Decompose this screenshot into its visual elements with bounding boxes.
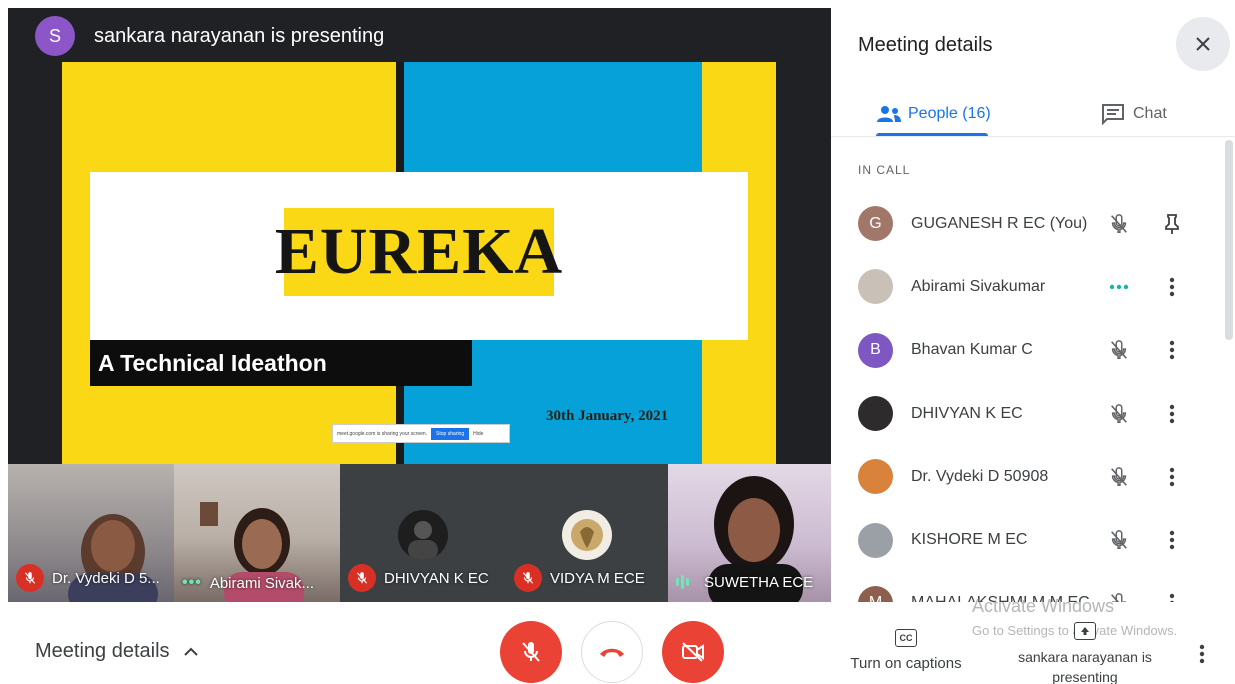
tab-people-label: People (16)	[908, 105, 991, 122]
mic-off-icon	[1106, 337, 1132, 363]
shared-slide: EUREKA A Technical Ideathon 30th January…	[62, 62, 776, 464]
bottom-toolbar: Meeting details Activate Windows Go to S…	[0, 596, 1235, 684]
participant-name: GUGANESH R EC (You)	[911, 214, 1088, 232]
mic-off-icon	[1106, 401, 1132, 427]
more-options-button[interactable]	[1190, 642, 1214, 666]
hide-button[interactable]: Hide	[473, 431, 483, 437]
participant-row[interactable]: Abirami Sivakumar	[831, 255, 1221, 318]
panel-title: Meeting details	[858, 34, 993, 56]
participant-avatar: B	[858, 332, 893, 368]
speaking-indicator-icon	[676, 572, 696, 592]
presenter-status: sankara narayanan is presenting	[94, 24, 385, 47]
present-screen-icon	[1074, 622, 1096, 640]
presentation-stage: S sankara narayanan is presenting EUREKA…	[8, 8, 831, 602]
participant-name: Abirami Sivakumar	[911, 277, 1046, 295]
more-dots-icon	[1106, 274, 1132, 300]
participant-list: G GUGANESH R EC (You) Abirami Sivakumar B Bh…	[831, 192, 1221, 602]
meeting-details-button[interactable]: Meeting details	[35, 640, 198, 663]
participant-row[interactable]: G GUGANESH R EC (You)	[831, 192, 1221, 255]
participant-avatar	[858, 396, 893, 432]
panel-scrollbar[interactable]	[1225, 140, 1233, 340]
participant-name: SUWETHA ECE	[704, 573, 814, 591]
presenting-status-button[interactable]: sankara narayanan is presenting	[1005, 622, 1165, 684]
more-vert-icon[interactable]	[1160, 464, 1184, 490]
participant-name: DHIVYAN K EC	[384, 569, 489, 587]
participant-avatar	[562, 510, 612, 560]
camera-off-icon	[682, 642, 704, 662]
stop-sharing-button[interactable]: Stop sharing	[431, 427, 470, 440]
tab-chat[interactable]: Chat	[1101, 92, 1167, 136]
participant-avatar	[858, 459, 893, 495]
participant-name: DHIVYAN K EC	[911, 404, 1023, 422]
chevron-up-icon	[183, 647, 198, 656]
participant-avatar: M	[858, 585, 893, 602]
participant-avatar: G	[858, 206, 893, 242]
participant-name: KISHORE M EC	[911, 531, 1028, 549]
participant-row[interactable]: KISHORE M EC	[831, 508, 1221, 571]
share-bar-text: meet.google.com is sharing your screen.	[337, 430, 428, 437]
mic-off-icon	[514, 564, 542, 592]
more-vert-icon	[1199, 644, 1205, 664]
mic-toggle-button[interactable]	[500, 621, 562, 683]
meet-window: S sankara narayanan is presenting EUREKA…	[0, 0, 1235, 684]
hang-up-icon	[600, 648, 624, 657]
more-vert-icon[interactable]	[1160, 401, 1184, 427]
mic-off-icon	[16, 564, 44, 592]
more-vert-icon[interactable]	[1160, 527, 1184, 553]
participant-row[interactable]: Dr. Vydeki D 50908	[831, 445, 1221, 508]
pin-icon[interactable]	[1160, 211, 1184, 237]
participant-tile[interactable]: ••• Abirami Sivak...	[174, 464, 340, 602]
participant-avatar	[858, 522, 893, 558]
participant-tiles: Dr. Vydeki D 5... ••• Abirami Sivak... D…	[8, 464, 831, 602]
participant-avatar	[398, 510, 448, 560]
leave-call-button[interactable]	[581, 621, 643, 683]
participant-name: Abirami Sivak...	[209, 574, 315, 592]
more-vert-icon[interactable]	[1160, 274, 1184, 300]
mic-off-icon	[522, 642, 540, 662]
participant-name: VIDYA M ECE	[550, 569, 645, 587]
meeting-details-label: Meeting details	[35, 640, 170, 662]
presenter-avatar: S	[35, 16, 75, 56]
participant-tile[interactable]: SUWETHA ECE	[668, 464, 831, 602]
participant-name: Dr. Vydeki D 50908	[911, 467, 1049, 485]
mic-off-icon	[1106, 211, 1132, 237]
close-icon	[1196, 37, 1210, 51]
participant-row[interactable]: B Bhavan Kumar C	[831, 319, 1221, 382]
meeting-details-panel: Meeting details People (16) Chat IN CALL…	[831, 0, 1235, 602]
participant-name: Dr. Vydeki D 5...	[52, 569, 160, 587]
captions-label: Turn on captions	[850, 655, 962, 672]
more-vert-icon[interactable]	[1160, 337, 1184, 363]
presenting-label: sankara narayanan is presenting	[1018, 649, 1152, 684]
participant-tile[interactable]: DHIVYAN K EC	[340, 464, 506, 602]
presenter-bar: S sankara narayanan is presenting	[8, 8, 384, 64]
people-icon	[877, 106, 901, 122]
participant-tile[interactable]: Dr. Vydeki D 5...	[8, 464, 174, 602]
chat-icon	[1102, 104, 1124, 125]
watermark-title: Activate Windows	[972, 596, 1115, 616]
slide-title: EUREKA	[274, 215, 564, 288]
tab-chat-label: Chat	[1133, 105, 1167, 122]
camera-toggle-button[interactable]	[662, 621, 724, 683]
captions-button[interactable]: CC Turn on captions	[836, 628, 976, 672]
participant-row[interactable]: DHIVYAN K EC	[831, 382, 1221, 445]
close-panel-button[interactable]	[1176, 17, 1230, 71]
slide-date: 30th January, 2021	[546, 408, 669, 424]
participant-name: Bhavan Kumar C	[911, 341, 1033, 359]
slide-subtitle: A Technical Ideathon	[98, 349, 327, 376]
participant-tile[interactable]: VIDYA M ECE	[506, 464, 668, 602]
closed-captions-icon: CC	[895, 629, 917, 647]
mic-off-icon	[1106, 527, 1132, 553]
screen-share-bar: meet.google.com is sharing your screen. …	[332, 424, 510, 443]
mic-off-icon	[1106, 464, 1132, 490]
more-dots-icon: •••	[182, 574, 202, 591]
section-label: IN CALL	[858, 163, 911, 177]
tab-people[interactable]: People (16)	[876, 92, 991, 136]
mic-off-icon	[348, 564, 376, 592]
participant-avatar	[858, 269, 893, 305]
